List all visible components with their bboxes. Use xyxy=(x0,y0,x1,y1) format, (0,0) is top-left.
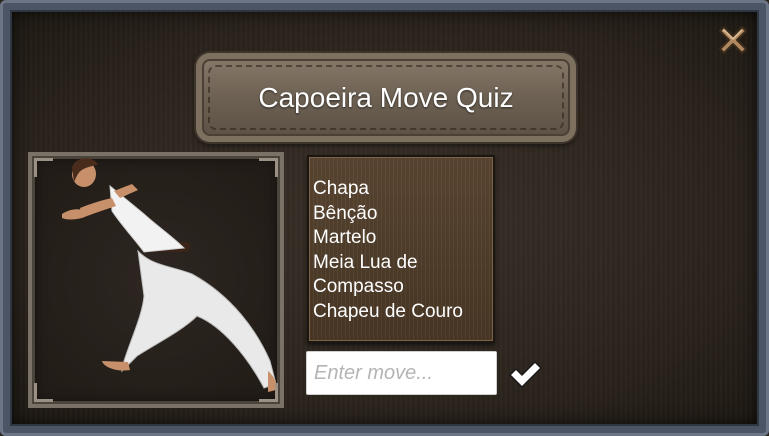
move-answer-input[interactable] xyxy=(306,351,497,395)
checkmark-icon xyxy=(509,361,542,388)
move-option: Meia Lua de xyxy=(313,251,418,273)
frame-corner xyxy=(34,383,53,402)
move-option: Martelo xyxy=(313,227,377,248)
dialog-title: Capoeira Move Quiz xyxy=(258,81,514,113)
frame-corner xyxy=(34,158,53,177)
move-option: Bênção xyxy=(313,202,378,224)
frame-corner xyxy=(259,383,278,402)
move-preview-image xyxy=(28,152,284,408)
move-option: Chapa xyxy=(313,178,369,199)
capoeira-player-figure xyxy=(62,158,277,392)
title-plate: Capoeira Move Quiz xyxy=(196,53,576,142)
submit-answer-button[interactable] xyxy=(506,357,544,391)
move-option: Chapeu de Couro xyxy=(313,300,463,322)
move-options-list: Chapa Bênção Martelo Meia Lua de Compass… xyxy=(307,155,495,343)
frame-corner xyxy=(259,158,278,177)
move-option: Compasso xyxy=(313,276,404,297)
close-x-icon xyxy=(719,26,747,54)
close-button[interactable] xyxy=(713,20,753,60)
